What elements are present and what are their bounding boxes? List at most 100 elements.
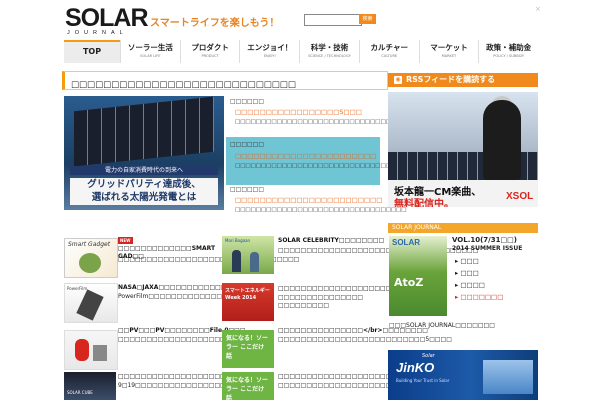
article-thumb[interactable]: SOLAR CUBE [64, 372, 116, 400]
thumb-graphic [232, 250, 241, 272]
ad-person [483, 100, 521, 180]
issue-link-label: □□□ [460, 257, 479, 265]
magazine-big-text: AtoZ [394, 276, 424, 289]
issue-link[interactable]: ▸ □□□ [455, 257, 479, 265]
nav-sublabel: MARKET [441, 54, 457, 58]
jinko-image [483, 360, 533, 394]
issue-link[interactable]: ▸ □□□□□□□ [455, 293, 503, 301]
article-title[interactable]: □□□□□□□□□□□□□□□</br>□□□□□□□□ [278, 327, 428, 335]
thumb-label: Mori Bogaan [225, 238, 251, 243]
feature-category: □□□□□□ [230, 98, 265, 105]
thumb-graphic [76, 289, 104, 321]
article-thumb[interactable]: PowerFilm [64, 283, 118, 323]
caption-line-1: グリッドパリティ達成後、 [87, 179, 201, 190]
issue-link-label: □□□□□□□ [460, 293, 504, 301]
article-title[interactable]: □□PV□□□PV□□□□□□□□File.0□□□ [118, 327, 246, 335]
nav-sublabel: CULTURE [381, 54, 398, 58]
site-logo[interactable]: SOLAR JOURNAL [65, 4, 148, 37]
nav-item-policy[interactable]: 政策・補助金 POLICY / SUBSIDY [478, 40, 538, 63]
issue-link[interactable]: ▸ □□□ [455, 269, 479, 277]
jinko-ad-banner[interactable]: Solar JinKO Building Your Trust in Solar [388, 350, 538, 400]
magazine-cover[interactable]: SOLAR AtoZ [389, 236, 447, 316]
external-link[interactable]: □□□SOLAR JOURNAL□□□□□□□ [389, 322, 495, 329]
feature-caption-small: 電力の自家消費時代の到来へ [70, 166, 218, 175]
new-badge: NEW [118, 237, 133, 244]
feature-headline[interactable]: □□□□□□□□□□□□□□□□□□□□□□□ [235, 152, 376, 160]
caption-line-2: 選ばれる太陽光発電とは [91, 192, 197, 203]
nav-item-market[interactable]: マーケット MARKET [418, 40, 479, 63]
article-desc: □□□□□□□□□□□□□□□ □□□□□□□□□ [278, 294, 364, 309]
feature-category: □□□□□□ [230, 141, 265, 148]
nav-item-enjoy[interactable]: エンジョイ！ ENJOY! [239, 40, 299, 63]
article-thumb[interactable]: Mori Bogaan [222, 236, 274, 274]
magazine-title: SOLAR [392, 238, 420, 247]
issue-link[interactable]: ▸ □□□□ [455, 281, 485, 289]
article-desc: □□□□□□□□□□□□□□□□□□□□□□□□□□5□□□□ [278, 336, 452, 343]
rss-icon: ◉ [394, 75, 402, 84]
article-desc: □□□□□□□□□□□□□□□□□□□□□□□□□□□ [118, 336, 272, 343]
nav-item-product[interactable]: プロダクト PRODUCT [179, 40, 240, 63]
solar-journal-bar: SOLAR JOURNAL [388, 223, 538, 233]
feature-headline[interactable]: □□□□□□□□□□□□□□□□□□□□□□□□ [235, 196, 382, 204]
jinko-logo: JinKO [396, 360, 435, 375]
article-thumb[interactable]: 気になる！ソーラー ここだけ話 [222, 330, 274, 368]
nav-sublabel: PRODUCT [201, 54, 219, 58]
article-title[interactable]: □□□□□□□□□□□□□□□□□□□□ [278, 285, 391, 293]
article-title[interactable]: □□□□□□□□□□□□□□□□□□□□ [118, 373, 231, 381]
nav-label: 政策・補助金 [486, 43, 532, 52]
close-icon[interactable]: × [535, 5, 541, 13]
nav-sublabel: SCIENCE / TECHNOLOGY [308, 54, 351, 58]
thumb-label: Smart Gadget [68, 241, 111, 248]
jinko-solar-text: Solar [422, 353, 435, 359]
feature-desc: □□□□□□□□□□□□□□□□□□□□□□□□□□□□□□□□□ [235, 163, 407, 169]
search-button[interactable]: 検索 [359, 14, 376, 24]
article-thumb[interactable]: 気になる！ソーラー ここだけ話 [222, 372, 274, 402]
nav-label: プロダクト [191, 43, 229, 52]
nav-sublabel: SOLAR LIFE [140, 54, 161, 58]
nav-label: カルチャー [370, 43, 408, 52]
thumb-graphic [93, 345, 107, 361]
feature-caption-large: グリッドパリティ達成後、 選ばれる太陽光発電とは [70, 178, 218, 205]
rss-subscribe-button[interactable]: ◉ RSSフィードを購読する [388, 73, 538, 87]
search-input[interactable] [304, 14, 362, 26]
nav-item-science[interactable]: 科学・技術 SCIENCE / TECHNOLOGY [299, 40, 359, 63]
nav-item-culture[interactable]: カルチャー CULTURE [358, 40, 419, 63]
nav-label: エンジョイ！ [247, 43, 293, 52]
thumb-label: スマートエネルギー Week 2014 [225, 288, 270, 301]
site-header: SOLAR JOURNAL スマートライフを楽しもう！ 検索 × [0, 0, 600, 40]
article-thumb[interactable] [64, 330, 118, 370]
feature-image[interactable]: 電力の自家消費時代の到来へ グリッドパリティ達成後、 選ばれる太陽光発電とは [64, 96, 224, 210]
feature-desc: □□□□□□□□□□□□□□□□□□□□□□□□□□□□□□□□□ [235, 119, 407, 125]
article-title[interactable]: □□□□□□□□□□□□□□□□□□□□□□ [278, 373, 403, 381]
rss-label: RSSフィードを購読する [406, 75, 496, 84]
article-desc: □□□□□□□□□□□□□□□□□□□□□□□□□□□□ [278, 382, 437, 389]
ad-banner[interactable]: 坂本龍一CM楽曲、 無料配信中。 XSOL [388, 92, 538, 207]
nav-item-solar-life[interactable]: ソーラー生活 SOLAR LIFE [120, 40, 180, 63]
article-desc: □□□□□□□□□□□□□□□□□□□□□□□□□□□□□□□□ [118, 256, 300, 263]
nav-top[interactable]: TOP [64, 40, 120, 63]
article-desc: PowerFilm□□□□□□□□□□□□□□□□□ [118, 293, 245, 300]
thumb-label: 気になる！ソーラー ここだけ話 [226, 335, 269, 360]
issue-season: 2014 SUMMER ISSUE [452, 245, 523, 252]
thumb-graphic [75, 339, 89, 361]
nav-label: ソーラー生活 [127, 43, 173, 52]
article-thumb[interactable]: スマートエネルギー Week 2014 [222, 283, 274, 321]
logo-text: SOLAR [65, 4, 148, 32]
issue-volume: VOL.10(7/31□□) [452, 236, 517, 244]
article-title[interactable]: NASA□JAXA□□□□□□□□□□□□□□ [118, 284, 238, 292]
nav-sublabel: POLICY / SUBSIDY [493, 54, 525, 58]
section-title: □□□□□□□□□□□□□□□□□□□□□□□□□□□□ [62, 71, 388, 90]
nav-label: 科学・技術 [310, 43, 349, 52]
article-desc: □□□□□□□□□□□□□□□□□□□□□□□□□□□12□□□□□□□ [278, 247, 479, 254]
article-thumb[interactable]: Smart Gadget [64, 238, 118, 278]
jinko-subtitle: Building Your Trust in Solar [396, 378, 450, 383]
issue-link-label: □□□□ [460, 281, 485, 289]
ad-brand-logo: XSOL [506, 191, 534, 202]
thumb-label: 気になる！ソーラー ここだけ話 [226, 377, 269, 402]
main-nav: TOP ソーラー生活 SOLAR LIFE プロダクト PRODUCT エンジョイ！… [64, 40, 538, 63]
solar-panel-graphic [74, 96, 214, 167]
thumb-label: SOLAR CUBE [67, 390, 93, 395]
feature-headline[interactable]: □□□□□□□□□□□□□□□□□S□□□ [235, 108, 362, 116]
article-title[interactable]: SOLAR CELEBRITY□□□□□□□□ [278, 237, 388, 245]
thumb-graphic [79, 253, 101, 273]
